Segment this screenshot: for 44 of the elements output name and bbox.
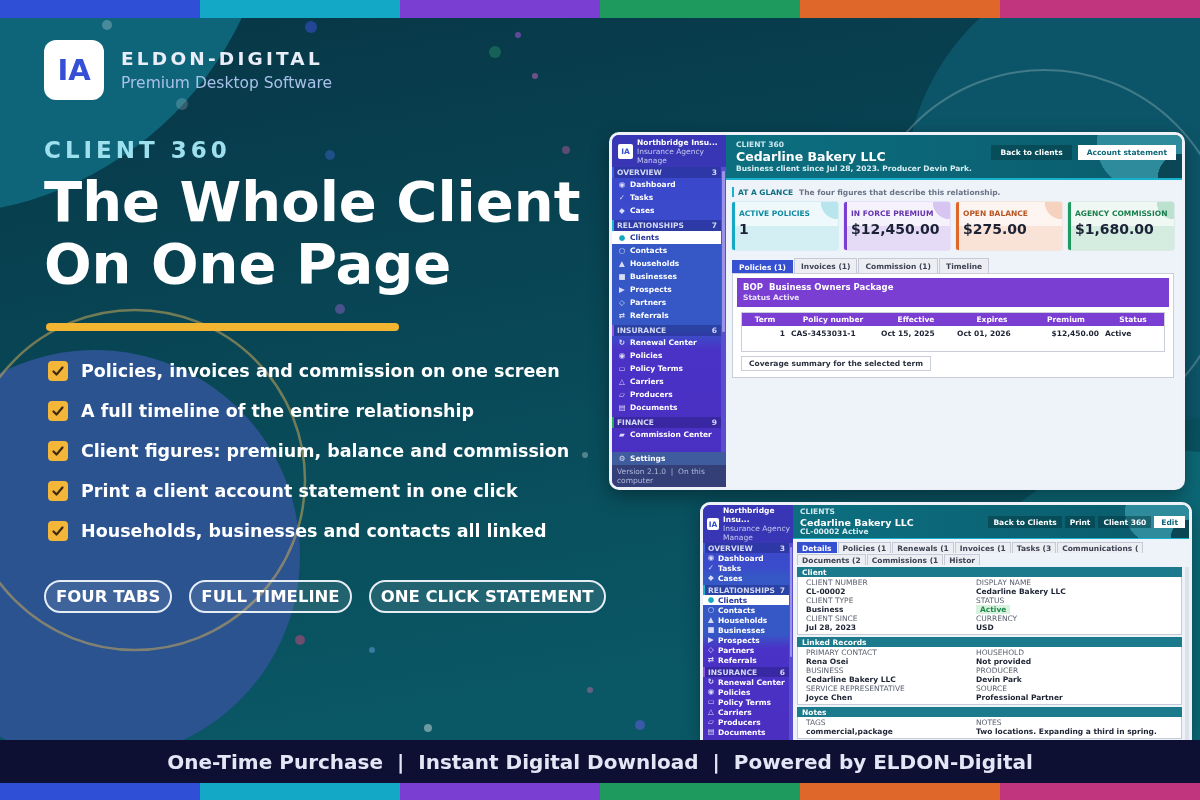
- policy-name: Business Owners Package: [768, 282, 894, 293]
- bokeh-dot: [582, 452, 588, 458]
- check-icon: [48, 481, 68, 501]
- stat-value: 1: [739, 221, 749, 237]
- feature-text: Print a client account statement in one click: [81, 481, 518, 501]
- bokeh-dot: [424, 724, 432, 732]
- brand-logo: IA: [44, 40, 104, 100]
- stat-value: $12,450.00: [851, 221, 940, 237]
- check-icon: [48, 401, 68, 421]
- stat-value: $275.00: [963, 221, 1027, 237]
- stat-value: $1,680.00: [1075, 221, 1154, 237]
- brand-name: ELDON-DIGITAL: [121, 47, 323, 70]
- feature-tag: FULL TIMELINE: [189, 580, 352, 613]
- hero-title: The Whole Client On One Page: [44, 171, 582, 295]
- bokeh-dot: [325, 150, 335, 160]
- check-icon: [48, 521, 68, 541]
- bokeh-dot: [635, 720, 645, 730]
- feature-tag: ONE CLICK STATEMENT: [368, 580, 606, 613]
- bokeh-dot: [335, 304, 345, 314]
- bokeh-dot: [295, 635, 305, 645]
- feature-text: Client figures: premium, balance and commission: [81, 441, 570, 461]
- client-title: Cedarline Bakery LLC: [800, 516, 914, 528]
- client-title: Cedarline Bakery LLC: [736, 149, 886, 164]
- feature-text: Households, businesses and contacts all linked: [81, 521, 547, 541]
- bokeh-dot: [562, 146, 570, 154]
- feature-text: Policies, invoices and commission on one screen: [81, 361, 560, 381]
- bokeh-dot: [532, 73, 538, 79]
- check-icon: [48, 441, 68, 461]
- bokeh-dot: [305, 21, 317, 33]
- bokeh-dot: [176, 98, 188, 110]
- feature-tag: FOUR TABS: [44, 580, 173, 613]
- bokeh-dot: [489, 46, 501, 58]
- bokeh-dot: [369, 647, 375, 653]
- scrollbar-thumb[interactable]: [790, 547, 792, 657]
- bokeh-dot: [515, 32, 521, 38]
- brand-tagline: Premium Desktop Software: [121, 72, 333, 93]
- hero-eyebrow: CLIENT 360: [44, 137, 231, 163]
- footer-tagline: One-Time Purchase | Instant Digital Download | Powered by ELDON-Digital: [167, 749, 1033, 774]
- check-icon: [48, 361, 68, 381]
- scrollbar-thumb[interactable]: [722, 171, 725, 332]
- bokeh-dot: [102, 20, 112, 30]
- bokeh-dot: [587, 687, 593, 693]
- policy-code: BOP: [743, 282, 763, 293]
- feature-text: A full timeline of the entire relationship: [81, 401, 475, 421]
